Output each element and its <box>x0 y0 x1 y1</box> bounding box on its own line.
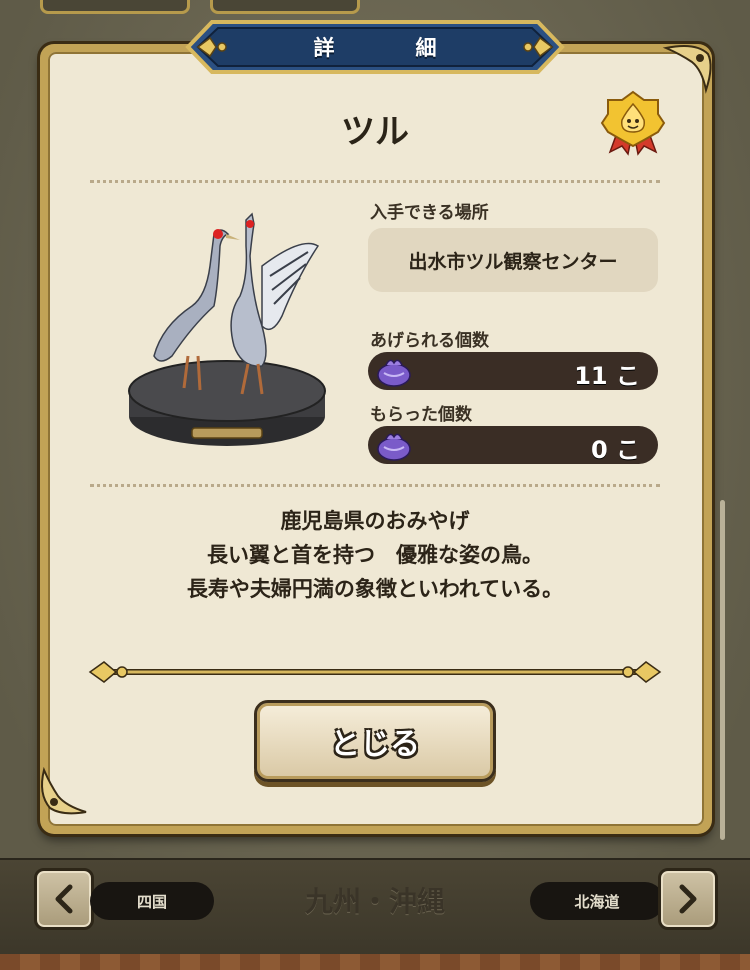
crane-figurine-image <box>128 212 326 446</box>
received-count-bar: 0 こ <box>368 426 658 464</box>
slime-medal-icon <box>600 90 666 156</box>
tab-stub-right <box>210 0 360 14</box>
current-region: 九州・沖縄 <box>304 885 445 918</box>
footer-rug <box>0 954 750 970</box>
next-region-label[interactable]: 北海道 <box>530 882 664 920</box>
scrollbar[interactable] <box>720 500 725 840</box>
description-line: 長い翼と首を持つ 優雅な姿の鳥。 <box>207 543 543 567</box>
dotted-separator <box>90 180 660 183</box>
description-line: 長寿や夫婦円満の象徴といわれている。 <box>186 577 564 601</box>
location-value: 出水市ツル観察センター <box>368 228 658 292</box>
next-region-button[interactable] <box>658 868 718 930</box>
received-label: もらった個数 <box>370 405 472 425</box>
chevron-left-icon <box>55 884 73 914</box>
location-label: 入手できる場所 <box>370 203 489 223</box>
received-count: 0 こ <box>590 436 640 464</box>
giftable-count-bar: 11 こ <box>368 352 658 390</box>
ornamental-divider <box>88 661 662 683</box>
gift-bag-icon <box>377 433 411 461</box>
description-line: 鹿児島県のおみやげ <box>280 509 470 533</box>
giftable-count: 11 こ <box>574 362 640 390</box>
tab-stub-left <box>40 0 190 14</box>
gift-bag-icon <box>377 359 411 387</box>
close-button[interactable]: とじる <box>254 700 496 782</box>
giftable-label: あげられる個数 <box>370 331 489 351</box>
title-banner: 詳 細 <box>168 18 582 76</box>
corner-ornament-icon <box>41 766 87 815</box>
item-description: 鹿児島県のおみやげ 長い翼と首を持つ 優雅な姿の鳥。 長寿や夫婦円満の象徴といわ… <box>0 504 750 606</box>
prev-region-button[interactable] <box>34 868 94 930</box>
prev-region-label[interactable]: 四国 <box>90 882 214 920</box>
dialog-title: 詳 細 <box>313 36 467 60</box>
chevron-right-icon <box>679 884 697 914</box>
dotted-separator <box>90 484 660 487</box>
